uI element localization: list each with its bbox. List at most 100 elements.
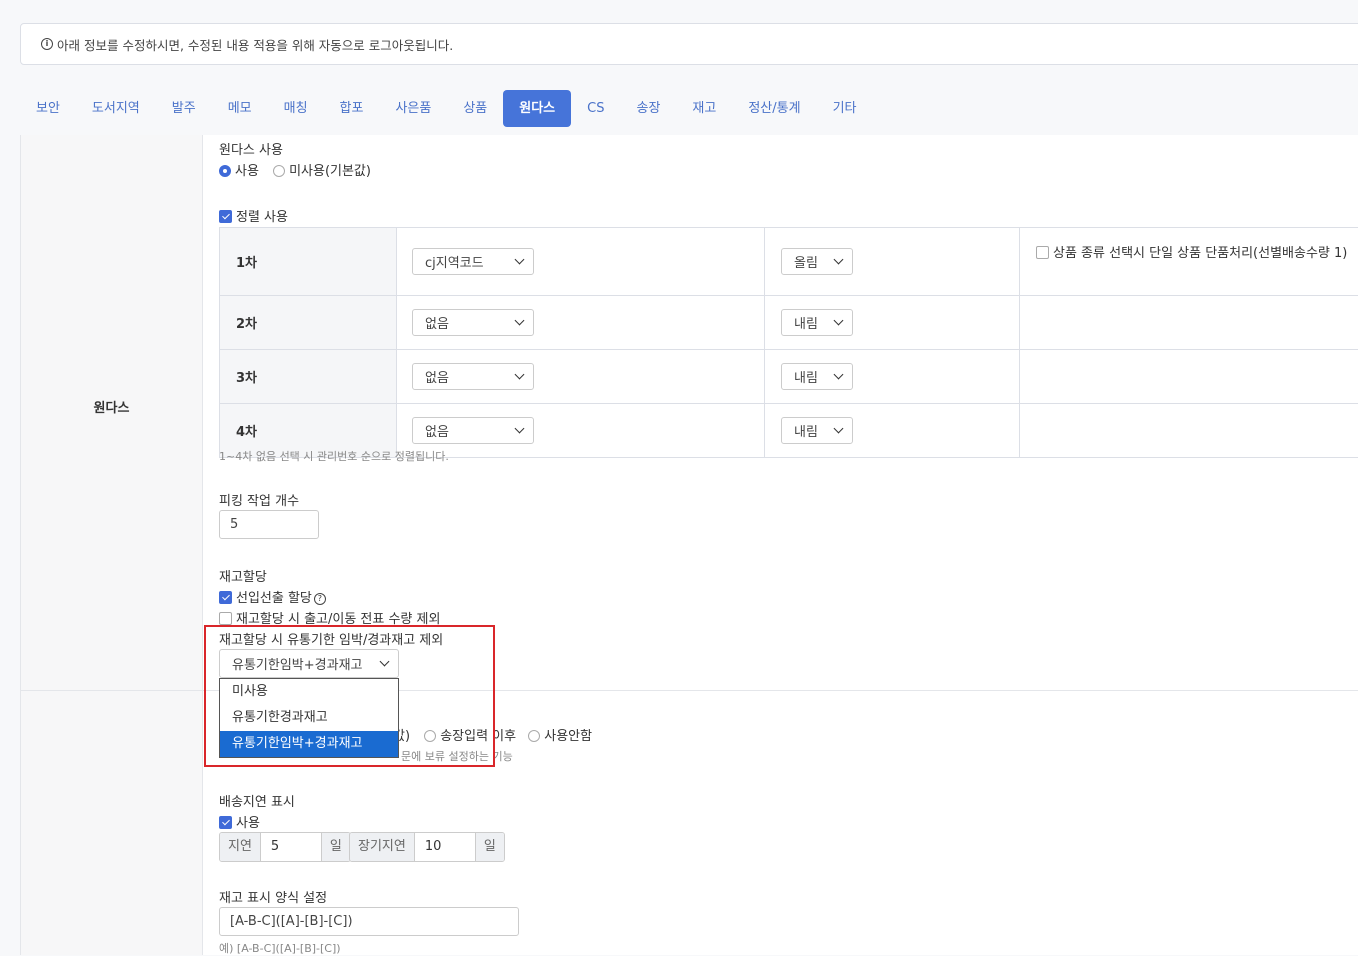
long-delay-unit: 일 bbox=[475, 833, 504, 861]
stock-format-input[interactable]: [A-B-C]([A]-[B]-[C]) bbox=[219, 907, 519, 936]
single-item-checkbox[interactable]: 상품 종류 선택시 단일 상품 단품처리(선별배송수량 1) bbox=[1036, 246, 1347, 261]
select-value: 없음 bbox=[425, 421, 449, 440]
settings-panel: 원다스 원다스 사용 사용 미사용(기본값) 정렬 사용 1차 cj지역코드 올… bbox=[20, 135, 1358, 955]
tab-etc[interactable]: 기타 bbox=[817, 90, 873, 127]
sort-field-select-2[interactable]: 없음 bbox=[412, 309, 534, 336]
table-row: 2차 없음 내림 bbox=[220, 296, 1358, 350]
sort-table: 1차 cj지역코드 올림 상품 종류 선택시 단일 상품 단품처리(선별배송수량… bbox=[219, 227, 1358, 458]
chevron-down-icon bbox=[834, 424, 844, 434]
sort-field-cell: 없음 bbox=[397, 404, 765, 458]
single-item-label: 상품 종류 선택시 단일 상품 단품처리(선별배송수량 1) bbox=[1053, 246, 1347, 261]
radio-use-label: 사용 bbox=[235, 164, 259, 179]
wondas-use-title: 원다스 사용 bbox=[219, 139, 283, 158]
question-circle-icon[interactable]: ? bbox=[314, 593, 326, 605]
fifo-checkbox[interactable]: 선입선출 할당? bbox=[219, 587, 326, 606]
chevron-down-icon bbox=[515, 424, 525, 434]
stock-format-example: 예) [A-B-C]([A]-[B]-[C]) bbox=[219, 940, 341, 956]
chevron-down-icon bbox=[834, 370, 844, 380]
section-label-column bbox=[21, 135, 203, 955]
fifo-label: 선입선출 할당 bbox=[236, 591, 312, 606]
chevron-down-icon bbox=[515, 316, 525, 326]
highlight-box bbox=[204, 625, 495, 767]
select-value: 내림 bbox=[794, 421, 818, 440]
tab-invoice[interactable]: 송장 bbox=[621, 90, 677, 127]
select-value: 없음 bbox=[425, 313, 449, 332]
long-delay-label: 장기지연 bbox=[350, 833, 415, 861]
sort-rank: 1차 bbox=[220, 228, 397, 296]
radio-unuse[interactable]: 미사용(기본값) bbox=[273, 164, 371, 179]
exclude-transfer-check[interactable] bbox=[219, 612, 232, 625]
sort-field-cell: 없음 bbox=[397, 350, 765, 404]
tab-gift[interactable]: 사은품 bbox=[379, 90, 447, 127]
tab-stock[interactable]: 재고 bbox=[676, 90, 732, 127]
sort-field-select-3[interactable]: 없음 bbox=[412, 363, 534, 390]
sort-order-select-1[interactable]: 올림 bbox=[781, 248, 853, 275]
notice-text: 아래 정보를 수정하시면, 수정된 내용 적용을 위해 자동으로 로그아웃됩니다… bbox=[57, 35, 453, 54]
sort-order-select-2[interactable]: 내림 bbox=[781, 309, 853, 336]
select-value: 없음 bbox=[425, 367, 449, 386]
sort-order-cell: 내림 bbox=[765, 404, 1020, 458]
radio-no-use[interactable]: 사용안함 bbox=[528, 729, 592, 744]
tab-memo[interactable]: 메모 bbox=[212, 90, 268, 127]
radio-use[interactable]: 사용 bbox=[219, 164, 259, 179]
delay-use-label: 사용 bbox=[236, 816, 260, 831]
tab-combine[interactable]: 합포 bbox=[324, 90, 380, 127]
tab-cs[interactable]: CS bbox=[571, 90, 620, 127]
select-value: 내림 bbox=[794, 313, 818, 332]
sort-order-cell: 내림 bbox=[765, 296, 1020, 350]
sort-use-check[interactable] bbox=[219, 210, 232, 223]
radio-label: 사용안함 bbox=[544, 729, 592, 744]
tab-island-region[interactable]: 도서지역 bbox=[76, 90, 156, 127]
delay-label: 지연 bbox=[220, 833, 261, 861]
tab-security[interactable]: 보안 bbox=[20, 90, 76, 127]
wondas-use-radios: 사용 미사용(기본값) bbox=[219, 160, 371, 179]
tab-product[interactable]: 상품 bbox=[447, 90, 503, 127]
delay-use-check[interactable] bbox=[219, 816, 232, 829]
sort-order-select-4[interactable]: 내림 bbox=[781, 417, 853, 444]
radio-dot[interactable] bbox=[528, 730, 540, 742]
section-label: 원다스 bbox=[21, 397, 202, 416]
picking-title: 피킹 작업 개수 bbox=[219, 490, 299, 509]
delay-unit: 일 bbox=[321, 833, 350, 861]
single-item-check[interactable] bbox=[1036, 246, 1049, 259]
tab-wondas[interactable]: 원다스 bbox=[503, 90, 571, 127]
stock-format-title: 재고 표시 양식 설정 bbox=[219, 887, 327, 906]
radio-unuse-label: 미사용(기본값) bbox=[289, 164, 371, 179]
sort-hint: 1~4차 없음 선택 시 관리번호 순으로 정렬됩니다. bbox=[219, 448, 449, 464]
sort-rank: 2차 bbox=[220, 296, 397, 350]
chevron-down-icon bbox=[834, 255, 844, 265]
radio-use-dot[interactable] bbox=[219, 165, 231, 177]
delay-title: 배송지연 표시 bbox=[219, 791, 295, 810]
sort-field-cell: cj지역코드 bbox=[397, 228, 765, 296]
long-delay-input-group: 장기지연 10 일 bbox=[349, 832, 505, 862]
tab-settlement[interactable]: 정산/통계 bbox=[732, 90, 816, 127]
chevron-down-icon bbox=[834, 316, 844, 326]
sort-use-checkbox[interactable]: 정렬 사용 bbox=[219, 206, 288, 225]
delay-use-checkbox[interactable]: 사용 bbox=[219, 812, 260, 831]
select-value: cj지역코드 bbox=[425, 252, 484, 271]
radio-unuse-dot[interactable] bbox=[273, 165, 285, 177]
chevron-down-icon bbox=[515, 370, 525, 380]
sort-order-select-3[interactable]: 내림 bbox=[781, 363, 853, 390]
empty-cell bbox=[1020, 296, 1358, 350]
sort-field-select-4[interactable]: 없음 bbox=[412, 417, 534, 444]
select-value: 내림 bbox=[794, 367, 818, 386]
chevron-down-icon bbox=[515, 255, 525, 265]
empty-cell bbox=[1020, 350, 1358, 404]
long-delay-days-input[interactable]: 10 bbox=[415, 833, 475, 861]
tab-matching[interactable]: 매칭 bbox=[268, 90, 324, 127]
sort-field-select-1[interactable]: cj지역코드 bbox=[412, 248, 534, 275]
picking-count-input[interactable]: 5 bbox=[219, 510, 319, 539]
delay-days-input[interactable]: 5 bbox=[261, 833, 321, 861]
sort-use-label: 정렬 사용 bbox=[236, 210, 288, 225]
info-circle-icon: i bbox=[41, 38, 53, 50]
empty-cell bbox=[1020, 404, 1358, 458]
sort-rank: 3차 bbox=[220, 350, 397, 404]
tab-order[interactable]: 발주 bbox=[156, 90, 212, 127]
table-row: 3차 없음 내림 bbox=[220, 350, 1358, 404]
sort-order-cell: 올림 bbox=[765, 228, 1020, 296]
fifo-check[interactable] bbox=[219, 591, 232, 604]
settings-tabs: 보안 도서지역 발주 메모 매칭 합포 사은품 상품 원다스 CS 송장 재고 … bbox=[20, 90, 873, 127]
logout-notice: i 아래 정보를 수정하시면, 수정된 내용 적용을 위해 자동으로 로그아웃됩… bbox=[20, 23, 1358, 65]
select-value: 올림 bbox=[794, 252, 818, 271]
